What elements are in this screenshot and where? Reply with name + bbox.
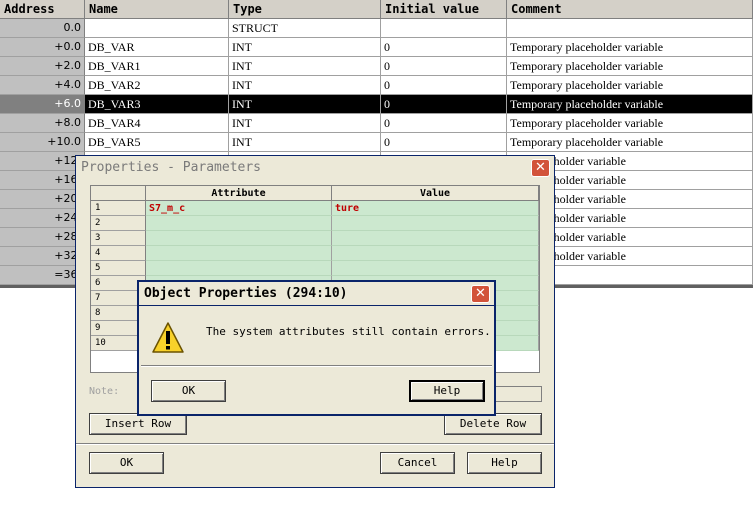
close-icon[interactable]: ✕ — [471, 285, 490, 303]
address-cell[interactable]: +24. — [0, 209, 85, 228]
comment-cell[interactable]: Temporary placeholder variable — [507, 57, 753, 76]
grid-row[interactable]: 1 S7_m_c ture — [91, 201, 539, 216]
address-cell[interactable]: +8.0 — [0, 114, 85, 133]
name-cell[interactable]: DB_VAR5 — [85, 133, 229, 152]
grid-row[interactable]: 3 — [91, 231, 539, 246]
message-text: The system attributes still contain erro… — [206, 325, 491, 338]
grid-row-number: 1 — [91, 201, 146, 216]
initial-value-cell[interactable]: 0 — [381, 57, 507, 76]
initial-value-cell[interactable]: 0 — [381, 133, 507, 152]
grid-row[interactable]: 5 — [91, 261, 539, 276]
type-cell[interactable]: INT — [229, 76, 381, 95]
grid-row-number: 2 — [91, 216, 146, 231]
header-name[interactable]: Name — [85, 0, 229, 19]
address-cell[interactable]: +32. — [0, 247, 85, 266]
address-cell[interactable]: +0.0 — [0, 38, 85, 57]
comment-cell[interactable]: Temporary placeholder variable — [507, 38, 753, 57]
grid-row-number: 4 — [91, 246, 146, 261]
help-button[interactable]: Help — [467, 452, 542, 474]
type-cell[interactable]: INT — [229, 114, 381, 133]
grid-header-value: Value — [332, 186, 539, 201]
attribute-cell[interactable]: S7_m_c — [146, 201, 332, 216]
address-cell[interactable]: =36. — [0, 266, 85, 285]
grid-row-number: 5 — [91, 261, 146, 276]
address-cell[interactable]: +16. — [0, 171, 85, 190]
cancel-button[interactable]: Cancel — [380, 452, 455, 474]
grid-header-attribute: Attribute — [146, 186, 332, 201]
close-icon[interactable]: ✕ — [531, 159, 550, 177]
message-dialog-title: Object Properties (294:10) — [144, 286, 348, 301]
address-cell[interactable]: +20. — [0, 190, 85, 209]
header-address[interactable]: Address — [0, 0, 85, 19]
warning-icon — [152, 322, 184, 353]
name-cell[interactable]: DB_VAR2 — [85, 76, 229, 95]
properties-dialog-title: Properties - Parameters — [81, 160, 262, 175]
comment-cell[interactable]: Temporary placeholder variable — [507, 114, 753, 133]
type-cell[interactable]: STRUCT — [229, 19, 381, 38]
initial-value-cell[interactable] — [381, 19, 507, 38]
attribute-cell[interactable] — [146, 261, 332, 276]
object-properties-message-dialog: Object Properties (294:10) ✕ The system … — [137, 280, 496, 416]
initial-value-cell[interactable]: 0 — [381, 95, 507, 114]
name-cell[interactable]: DB_VAR — [85, 38, 229, 57]
message-dialog-titlebar[interactable]: Object Properties (294:10) — [139, 282, 494, 306]
address-cell[interactable]: +4.0 — [0, 76, 85, 95]
name-cell[interactable]: DB_VAR3 — [85, 95, 229, 114]
message-help-button[interactable]: Help — [409, 380, 485, 402]
value-cell[interactable] — [332, 261, 539, 276]
address-cell[interactable]: +28. — [0, 228, 85, 247]
attribute-cell[interactable] — [146, 216, 332, 231]
attribute-cell[interactable] — [146, 231, 332, 246]
name-cell[interactable]: DB_VAR1 — [85, 57, 229, 76]
ok-button[interactable]: OK — [89, 452, 164, 474]
properties-dialog-titlebar[interactable]: Properties - Parameters — [76, 156, 554, 180]
note-label: Note: — [89, 386, 120, 397]
note-field[interactable] — [490, 386, 542, 402]
header-type[interactable]: Type — [229, 0, 381, 19]
header-comment[interactable]: Comment — [507, 0, 753, 19]
address-cell[interactable]: 0.0 — [0, 19, 85, 38]
name-cell[interactable]: DB_VAR4 — [85, 114, 229, 133]
value-cell[interactable]: ture — [332, 201, 539, 216]
header-initial-value[interactable]: Initial value — [381, 0, 507, 19]
initial-value-cell[interactable]: 0 — [381, 114, 507, 133]
name-cell[interactable] — [85, 19, 229, 38]
value-cell[interactable] — [332, 246, 539, 261]
message-divider — [141, 365, 492, 367]
value-cell[interactable] — [332, 231, 539, 246]
grid-corner — [91, 186, 146, 201]
grid-row[interactable]: 2 — [91, 216, 539, 231]
comment-cell[interactable] — [507, 19, 753, 38]
delete-row-button[interactable]: Delete Row — [444, 413, 542, 435]
message-ok-button[interactable]: OK — [151, 380, 226, 402]
comment-cell[interactable]: Temporary placeholder variable — [507, 95, 753, 114]
address-cell[interactable]: +12. — [0, 152, 85, 171]
comment-cell[interactable]: Temporary placeholder variable — [507, 133, 753, 152]
type-cell[interactable]: INT — [229, 57, 381, 76]
initial-value-cell[interactable]: 0 — [381, 76, 507, 95]
type-cell[interactable]: INT — [229, 95, 381, 114]
grid-row-number: 3 — [91, 231, 146, 246]
insert-row-button[interactable]: Insert Row — [89, 413, 187, 435]
comment-cell[interactable]: Temporary placeholder variable — [507, 76, 753, 95]
type-cell[interactable]: INT — [229, 38, 381, 57]
button-divider — [76, 443, 554, 445]
value-cell[interactable] — [332, 216, 539, 231]
attribute-cell[interactable] — [146, 246, 332, 261]
grid-row[interactable]: 4 — [91, 246, 539, 261]
address-cell[interactable]: +10.0 — [0, 133, 85, 152]
type-cell[interactable]: INT — [229, 133, 381, 152]
address-cell[interactable]: +6.0 — [0, 95, 85, 114]
initial-value-cell[interactable]: 0 — [381, 38, 507, 57]
address-cell[interactable]: +2.0 — [0, 57, 85, 76]
